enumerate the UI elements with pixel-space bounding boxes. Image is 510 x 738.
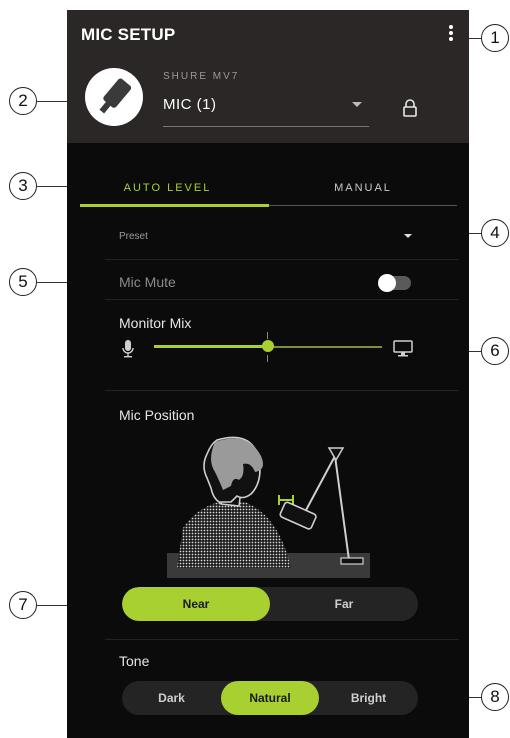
slider-center-tick xyxy=(267,332,268,339)
more-options-icon[interactable] xyxy=(447,25,455,45)
slider-center-tick xyxy=(267,355,268,362)
mic-position-near-button[interactable]: Near xyxy=(122,587,270,621)
microphone-device-icon xyxy=(99,78,132,114)
tone-bright-button[interactable]: Bright xyxy=(319,681,418,715)
callout-3: 3 xyxy=(9,172,37,200)
microphone-icon xyxy=(122,340,134,358)
callout-2: 2 xyxy=(9,87,37,115)
callout-4: 4 xyxy=(481,219,509,247)
chevron-down-icon xyxy=(404,234,412,238)
mic-position-selector: Near Far xyxy=(122,587,418,621)
mic-position-label: Mic Position xyxy=(119,407,195,423)
header-bar: MIC SETUP SHURE MV7 MIC (1) xyxy=(67,10,469,143)
callout-6: 6 xyxy=(481,337,509,365)
divider xyxy=(105,299,459,300)
tone-natural-button[interactable]: Natural xyxy=(221,681,319,715)
mic-position-far-button[interactable]: Far xyxy=(270,587,418,621)
monitor-icon xyxy=(393,340,413,357)
divider xyxy=(105,639,459,640)
monitor-mix-slider-thumb[interactable] xyxy=(262,340,274,352)
callout-8: 8 xyxy=(481,683,509,711)
divider xyxy=(105,390,459,391)
tab-auto-level[interactable]: AUTO LEVEL xyxy=(67,182,268,194)
tone-dark-button[interactable]: Dark xyxy=(122,681,221,715)
tone-label: Tone xyxy=(119,653,150,669)
page-title: MIC SETUP xyxy=(81,25,176,44)
device-select-underline xyxy=(163,126,369,127)
preset-label: Preset xyxy=(119,231,148,242)
callout-5: 5 xyxy=(9,268,37,296)
callout-7: 7 xyxy=(9,591,37,619)
tone-selector: Dark Natural Bright xyxy=(122,681,418,715)
monitor-mix-label: Monitor Mix xyxy=(119,315,192,331)
tab-active-indicator xyxy=(80,204,269,207)
lock-icon[interactable] xyxy=(402,98,418,123)
mic-setup-screen: MIC SETUP SHURE MV7 MIC (1) AUTO LEVEL M… xyxy=(67,10,469,738)
device-model-label: SHURE MV7 xyxy=(163,71,240,82)
device-name: MIC (1) xyxy=(163,96,217,113)
callout-1: 1 xyxy=(481,24,509,52)
mic-mute-toggle[interactable] xyxy=(378,274,411,292)
chevron-down-icon xyxy=(352,102,362,107)
device-avatar xyxy=(85,68,143,126)
toggle-knob xyxy=(378,274,396,292)
mic-position-illustration xyxy=(167,436,370,578)
monitor-mix-slider-fill xyxy=(154,345,268,348)
mic-mute-label: Mic Mute xyxy=(119,274,176,290)
divider xyxy=(105,259,459,260)
tab-manual[interactable]: MANUAL xyxy=(268,182,458,194)
